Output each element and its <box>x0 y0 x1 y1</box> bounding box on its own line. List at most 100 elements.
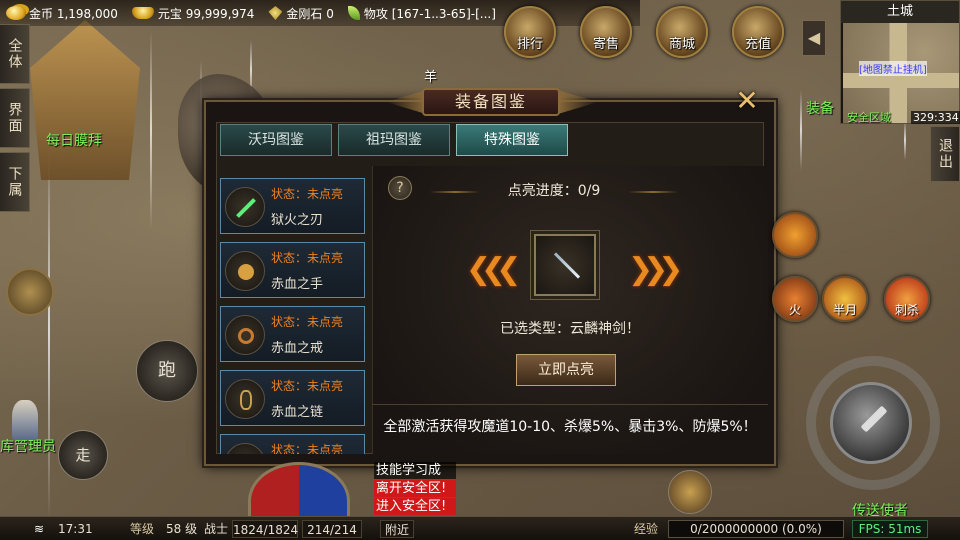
skill-label: 刺杀 <box>894 303 919 317</box>
next-arrow-icon[interactable]: ❯❯❯ <box>628 252 684 287</box>
npc-warehouse-figure[interactable] <box>12 400 38 440</box>
gold-amount: 金币 1,198,000 <box>29 6 118 21</box>
item-name: 赤血之链 <box>271 405 324 420</box>
list-item[interactable]: 状态：未点亮 赤血之手 <box>220 242 365 298</box>
ranking-icon-button[interactable]: 排行 <box>504 6 556 58</box>
item-name: 赤血之戒 <box>271 341 324 356</box>
guardian-avatar[interactable] <box>6 268 54 316</box>
exp-bar: 0/2000000000 (0.0%) <box>668 520 844 538</box>
settings-gear-icon[interactable] <box>668 470 712 514</box>
full-activation-bonus: 全部激活获得攻魔道10-10、杀爆5%、暴击3%、防爆5%！ <box>383 419 757 435</box>
clock-time: 17:31 <box>58 522 93 536</box>
skill-label: 火 <box>788 303 801 317</box>
attack-button[interactable] <box>830 382 912 464</box>
rain-streak <box>904 120 906 160</box>
npc-worship-label[interactable]: 每日膜拜 <box>46 130 102 150</box>
fps-counter: FPS: 51ms <box>852 520 928 538</box>
minimap-notice: [地图禁止挂机] <box>859 61 927 76</box>
shop-icon-button[interactable]: 商城 <box>656 6 708 58</box>
list-item[interactable]: 状态：未点亮 赤血之戒 <box>220 306 365 362</box>
selected-equipment-slot <box>534 234 596 296</box>
item-status: 状态：未点亮 <box>271 379 344 393</box>
player-coordinates: 329:334 <box>911 111 960 124</box>
item-name: 赤血之手 <box>271 277 324 292</box>
minimap-safe-zone: 安全区域 <box>847 111 891 124</box>
skill-label: 半月 <box>832 303 857 317</box>
recharge-icon-button[interactable]: 充值 <box>732 6 784 58</box>
npc-equip-label[interactable]: 装备 <box>806 98 834 118</box>
walk-button[interactable]: 走 <box>58 430 108 480</box>
skill-thrust-icon[interactable]: 刺杀 <box>884 276 930 322</box>
minimap[interactable]: 土城 [地图禁止挂机] 安全区域 329:334 <box>840 0 960 124</box>
item-name: 狱火之刃 <box>271 213 324 228</box>
system-message: 进入安全区! <box>374 498 456 515</box>
sword-icon <box>553 252 581 279</box>
yuanbao-amount: 元宝 99,999,974 <box>157 6 255 21</box>
hellfire-blade-icon <box>225 187 265 227</box>
skill-fire-icon[interactable] <box>772 212 818 258</box>
codex-detail-panel <box>372 166 768 454</box>
level-label: 等级 <box>130 522 155 536</box>
diamond-amount: 金刚石 0 <box>286 6 334 21</box>
tab-woma[interactable]: 沃玛图鉴 <box>220 124 332 156</box>
wifi-icon: ≋ <box>34 522 45 536</box>
skill-halfmoon-icon[interactable]: 半月 <box>822 276 868 322</box>
dialog-title: 装备图鉴 <box>422 88 560 116</box>
item-status: 状态：未点亮 <box>271 315 344 329</box>
blood-hand-icon <box>225 251 265 291</box>
close-icon[interactable]: ✕ <box>730 86 764 116</box>
nearby-tab[interactable]: 附近 <box>380 520 414 538</box>
system-message: 离开安全区! <box>374 480 456 497</box>
item-status: 状态：未点亮 <box>271 443 344 454</box>
rain-streak <box>800 90 802 170</box>
yuanbao-ingot-icon <box>131 7 154 19</box>
sword-icon <box>860 405 888 433</box>
rain-streak <box>150 30 152 230</box>
blood-chain-icon <box>225 379 265 419</box>
item-status: 状态：未点亮 <box>271 251 344 265</box>
recharge-label: 充值 <box>744 37 771 52</box>
mp-readout: 214/214 <box>302 520 362 538</box>
consign-icon-button[interactable]: 寄售 <box>580 6 632 58</box>
shop-label: 商城 <box>668 37 695 52</box>
exit-button[interactable]: 退出 <box>930 126 960 182</box>
collapse-arrow-icon[interactable]: ◀ <box>802 20 826 56</box>
hp-readout: 1824/1824 <box>232 520 298 538</box>
sidetab-all[interactable]: 全体 <box>0 24 30 84</box>
rain-streak <box>48 140 50 520</box>
list-item[interactable]: 状态：未点亮 狱火之刃 <box>220 178 365 234</box>
player-level: 58 级 <box>166 522 198 536</box>
attack-stat: 物攻 [167-1..3-65]-[...] <box>363 6 496 21</box>
gold-coin-icon <box>6 6 26 20</box>
list-item[interactable]: 状态：未点亮 <box>220 434 365 454</box>
sidetab-subordinates[interactable]: 下属 <box>0 152 30 212</box>
player-class: 战士 <box>204 522 229 536</box>
bonus-divider <box>372 404 768 405</box>
consign-label: 寄售 <box>592 37 619 52</box>
light-progress: 点亮进度：0/9 <box>507 183 601 199</box>
ranking-label: 排行 <box>516 37 543 52</box>
status-bar: ≋ 17:31 等级 58 级 战士 1824/1824 214/214 附近 … <box>0 516 960 540</box>
tab-zuma[interactable]: 祖玛图鉴 <box>338 124 450 156</box>
system-message: 技能学习成功！ <box>374 462 456 495</box>
prev-arrow-icon[interactable]: ❮❮❮ <box>466 252 522 287</box>
diamond-icon <box>268 6 283 20</box>
progress-divider-right <box>628 191 678 193</box>
map-name: 土城 <box>841 1 959 23</box>
run-button[interactable]: 跑 <box>136 340 198 402</box>
attack-leaf-icon <box>347 6 360 20</box>
selected-type: 已选类型：云麟神剑！ <box>500 321 640 337</box>
list-item[interactable]: 状态：未点亮 赤血之链 <box>220 370 365 426</box>
codex-item-list[interactable]: 状态：未点亮 狱火之刃 状态：未点亮 赤血之手 状态：未点亮 赤血之戒 状态：未… <box>218 166 368 454</box>
help-icon[interactable]: ? <box>388 176 412 200</box>
tab-special[interactable]: 特殊图鉴 <box>456 124 568 156</box>
item-status: 状态：未点亮 <box>271 187 344 201</box>
progress-divider-left <box>430 191 480 193</box>
npc-sheep-label[interactable]: 羊 <box>424 66 437 85</box>
light-now-button[interactable]: 立即点亮 <box>516 354 616 386</box>
skill-blaze-icon[interactable]: 火 <box>772 276 818 322</box>
exp-label: 经验 <box>634 522 659 536</box>
item-icon <box>225 443 265 454</box>
sidetab-interface[interactable]: 界面 <box>0 88 30 148</box>
blood-ring-icon <box>225 315 265 355</box>
